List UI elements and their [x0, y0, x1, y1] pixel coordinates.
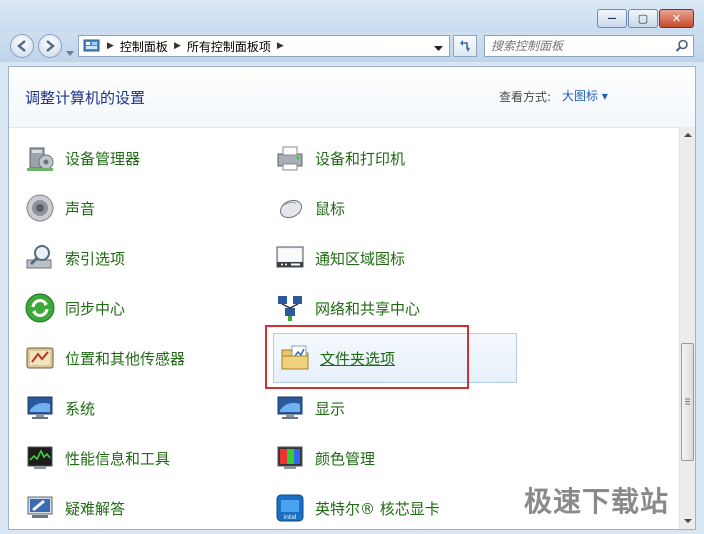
search-box [484, 35, 694, 57]
device-manager-icon [23, 141, 57, 175]
address-bar[interactable]: ▶ 控制面板 ▶ 所有控制面板项 ▶ [78, 35, 450, 57]
item-notification-icons[interactable]: 通知区域图标 [273, 238, 493, 278]
title-bar: — ▢ ✕ [0, 0, 704, 32]
search-icon[interactable] [675, 39, 689, 53]
scroll-down-icon[interactable] [680, 515, 696, 527]
item-performance[interactable]: 性能信息和工具 [23, 438, 243, 478]
item-label: 英特尔® 核芯显卡 [315, 499, 440, 518]
item-label: 设备和打印机 [315, 149, 406, 168]
item-label: 性能信息和工具 [65, 449, 171, 468]
view-by-dropdown[interactable]: 大图标 ▾ [562, 87, 608, 104]
item-indexing-options[interactable]: 索引选项 [23, 238, 243, 278]
watermark: 极速下载站 [524, 485, 670, 518]
item-intel-graphics[interactable]: intel 英特尔® 核芯显卡 [273, 488, 493, 528]
intel-graphics-icon: intel [273, 491, 307, 525]
notification-icon [273, 241, 307, 275]
item-troubleshooting[interactable]: 疑难解答 [23, 488, 243, 528]
item-device-manager[interactable]: 设备管理器 [23, 138, 243, 178]
item-label: 网络和共享中心 [315, 299, 421, 318]
item-label: 通知区域图标 [315, 249, 406, 268]
minimize-icon: — [607, 13, 617, 24]
scroll-up-icon[interactable] [680, 129, 696, 141]
maximize-icon: ▢ [637, 12, 649, 25]
highlight-box [265, 325, 469, 389]
item-sound[interactable]: 声音 [23, 188, 243, 228]
item-label: 索引选项 [65, 249, 126, 268]
refresh-icon [460, 40, 470, 52]
item-location-sensors[interactable]: 位置和其他传感器 [23, 338, 243, 378]
back-button[interactable] [10, 34, 34, 58]
forward-button[interactable] [38, 34, 62, 58]
chevron-down-icon [66, 51, 74, 56]
minimize-button[interactable]: — [597, 9, 627, 28]
forward-arrow-icon [46, 40, 55, 52]
item-network-sharing[interactable]: 网络和共享中心 [273, 288, 493, 328]
content-pane: 调整计算机的设置 查看方式: 大图标 ▾ 设备管理器 声音 索引选项 同步中心 … [8, 66, 696, 530]
display-icon [273, 391, 307, 425]
scrollbar-thumb[interactable] [681, 343, 694, 461]
item-label: 鼠标 [315, 199, 346, 218]
vertical-scrollbar[interactable] [679, 127, 696, 529]
troubleshoot-icon [23, 491, 57, 525]
breadcrumb-separator-icon: ▶ [173, 41, 181, 51]
item-sync-center[interactable]: 同步中心 [23, 288, 243, 328]
address-dropdown[interactable] [434, 41, 443, 55]
speaker-icon [23, 191, 57, 225]
item-label: 显示 [315, 399, 346, 418]
item-label: 系统 [65, 399, 96, 418]
system-icon [23, 391, 57, 425]
chevron-down-icon [434, 46, 443, 51]
item-label: 设备管理器 [65, 149, 141, 168]
refresh-button[interactable] [453, 35, 477, 57]
item-system[interactable]: 系统 [23, 388, 243, 428]
page-title: 调整计算机的设置 [25, 89, 146, 107]
search-input[interactable] [491, 38, 671, 54]
svg-text:intel: intel [283, 514, 297, 521]
item-devices-printers[interactable]: 设备和打印机 [273, 138, 493, 178]
item-mouse[interactable]: 鼠标 [273, 188, 493, 228]
sensor-icon [23, 341, 57, 375]
close-icon: ✕ [671, 12, 682, 25]
item-label: 颜色管理 [315, 449, 376, 468]
performance-icon [23, 441, 57, 475]
close-button[interactable]: ✕ [659, 9, 694, 28]
indexing-icon [23, 241, 57, 275]
content-header: 调整计算机的设置 查看方式: 大图标 ▾ [9, 67, 695, 128]
sync-icon [23, 291, 57, 325]
item-label: 声音 [65, 199, 96, 218]
network-icon [273, 291, 307, 325]
back-arrow-icon [17, 40, 26, 52]
breadcrumb-separator-icon: ▶ [107, 41, 114, 51]
printer-icon [273, 141, 307, 175]
color-icon [273, 441, 307, 475]
breadcrumb-item-all-items[interactable]: 所有控制面板项 [187, 38, 271, 55]
mouse-icon [273, 191, 307, 225]
item-label: 疑难解答 [65, 499, 126, 518]
breadcrumb-separator-icon: ▶ [276, 41, 284, 51]
item-label: 位置和其他传感器 [65, 349, 186, 368]
grip-icon [685, 398, 690, 405]
breadcrumb-item-control-panel[interactable]: 控制面板 [120, 38, 168, 55]
view-by-label: 查看方式: [499, 90, 552, 104]
control-panel-icon [83, 39, 100, 52]
item-display[interactable]: 显示 [273, 388, 493, 428]
item-color-management[interactable]: 颜色管理 [273, 438, 493, 478]
control-panel-window: — ▢ ✕ ▶ 控制面板 ▶ 所有控制面板项 ▶ 搜索控制面板 调整计算机的设置… [0, 0, 704, 534]
item-label: 同步中心 [65, 299, 126, 318]
maximize-button[interactable]: ▢ [628, 9, 658, 28]
recent-pages-dropdown[interactable] [66, 42, 74, 61]
